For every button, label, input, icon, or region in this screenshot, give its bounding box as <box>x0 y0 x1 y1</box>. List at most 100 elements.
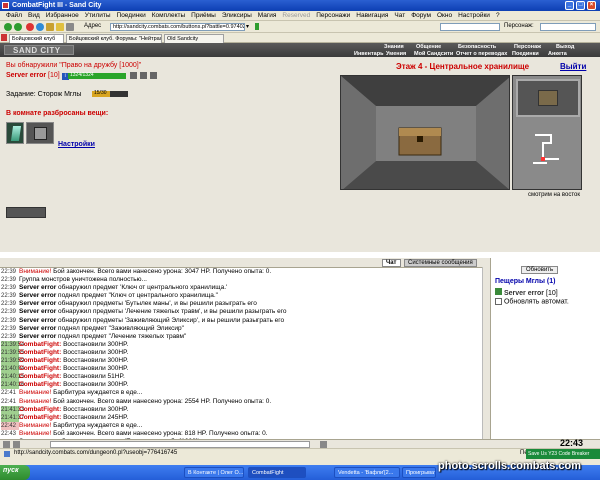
menu-view[interactable]: Вид <box>28 11 40 20</box>
player-name[interactable]: Server error <box>6 72 46 79</box>
back-icon[interactable] <box>4 23 12 31</box>
menu-forum[interactable]: Форум <box>411 11 431 20</box>
tab-fight-club[interactable]: Бойцовский клуб <box>9 34 64 43</box>
print-icon[interactable] <box>66 23 74 31</box>
character-search-input[interactable] <box>540 23 596 31</box>
chat-sender[interactable]: CombatFight: <box>19 373 61 380</box>
exit-link[interactable]: Выйти <box>560 62 586 71</box>
chat-timestamp[interactable]: 22:39 <box>1 276 19 284</box>
chat-timestamp[interactable]: 22:41 <box>1 389 19 397</box>
settings-link[interactable]: Настройки <box>58 141 95 148</box>
menu-utilities[interactable]: Утилиты <box>85 11 111 20</box>
chat-sender[interactable]: CombatFight: <box>19 341 61 348</box>
minimize-button[interactable]: _ <box>565 1 574 10</box>
menu-chat[interactable]: Чат <box>394 11 405 20</box>
forward-icon[interactable] <box>14 23 22 31</box>
chat-sender[interactable]: Server error <box>19 317 56 324</box>
taskbar-item-vendetta[interactable]: Vendetta - 'Вафли'[2... <box>334 467 400 478</box>
chat-sender[interactable]: CombatFight: <box>19 349 61 356</box>
chat-sender[interactable]: Server error <box>19 284 56 291</box>
chat-timestamp[interactable]: 21:39:55 <box>1 348 24 358</box>
nav-character[interactable]: Персонаж <box>514 44 541 50</box>
smiley-icon[interactable] <box>3 441 10 448</box>
scattered-item-cube-icon[interactable] <box>26 122 54 144</box>
nav-security[interactable]: Безопасность <box>458 44 496 50</box>
stop-icon[interactable] <box>26 23 34 31</box>
chat-timestamp[interactable]: 22:39 <box>1 268 19 276</box>
chat-sender[interactable]: Внимание! <box>19 430 51 437</box>
chat-timestamp[interactable]: 22:39 <box>1 333 19 341</box>
chat-timestamp[interactable]: 22:39 <box>1 292 19 300</box>
chat-timestamp[interactable]: 22:39 <box>1 284 19 292</box>
minimap[interactable] <box>512 75 582 190</box>
clear-icon[interactable] <box>13 441 20 448</box>
nav-exit[interactable]: Выход <box>556 44 574 50</box>
refresh-button[interactable]: Обновить <box>521 266 559 274</box>
nav-knowledge[interactable]: Знания <box>384 44 404 50</box>
start-button[interactable]: пуск <box>0 465 30 480</box>
chat-sender[interactable]: CombatFight: <box>19 414 61 421</box>
chat-timestamp[interactable]: 22:39 <box>1 325 19 333</box>
chat-sender[interactable]: Server error <box>19 325 56 332</box>
chat-timestamp[interactable]: 21:41:33 <box>1 405 24 414</box>
taskbar-item-combatfight[interactable]: CombatFight <box>248 467 306 478</box>
send-icon[interactable] <box>320 441 327 448</box>
home-icon[interactable] <box>46 23 54 31</box>
menu-settings[interactable]: Настройки <box>458 11 490 20</box>
chat-timestamp[interactable]: 22:39 <box>1 317 19 325</box>
chat-timestamp[interactable]: 22:39 <box>1 300 19 308</box>
chat-timestamp[interactable]: 21:40:16 <box>1 381 24 390</box>
menu-elixirs[interactable]: Эликсиры <box>222 11 252 20</box>
chat-sender[interactable]: CombatFight: <box>19 381 61 388</box>
chat-timestamp[interactable]: 22:41 <box>1 398 19 406</box>
chat-sender[interactable]: Внимание! <box>19 398 51 405</box>
menu-favorites[interactable]: Избранное <box>46 11 79 20</box>
menu-duels[interactable]: Поединки <box>117 11 146 20</box>
chat-sender[interactable]: CombatFight: <box>19 357 61 364</box>
maximize-button[interactable]: □ <box>576 1 585 10</box>
go-icon[interactable] <box>255 23 259 30</box>
chat-sender[interactable]: Server error <box>19 292 56 299</box>
menu-window[interactable]: Окно <box>437 11 452 20</box>
chat-sender[interactable]: Внимание! <box>19 389 51 396</box>
scattered-item-crystal-icon[interactable] <box>6 122 24 144</box>
menu-sets[interactable]: Комплекты <box>152 11 185 20</box>
taskbar-item-vkontakte[interactable]: В Контакте | Олег О... <box>184 467 244 478</box>
chat-sender[interactable]: CombatFight: <box>19 406 61 413</box>
chat-sender[interactable]: Внимание! <box>19 268 51 275</box>
chat-input[interactable] <box>50 441 310 448</box>
tab-system-messages[interactable]: Системные сообщения <box>404 259 477 267</box>
auto-refresh-checkbox[interactable] <box>495 298 502 305</box>
chat-sender[interactable]: Server error <box>19 333 56 340</box>
chat-sender[interactable]: Server error <box>19 300 56 307</box>
menu-magic[interactable]: Магия <box>258 11 277 20</box>
chat-timestamp[interactable]: 22:42 <box>1 421 19 430</box>
chat-timestamp[interactable]: 22:43 <box>1 430 19 438</box>
close-button[interactable]: × <box>587 1 596 10</box>
chat-timestamp[interactable]: 22:39 <box>1 308 19 316</box>
chat-scrollbar[interactable] <box>482 267 490 439</box>
chat-timestamp[interactable]: 21:39:59 <box>1 357 24 366</box>
nav-communication[interactable]: Общение <box>416 44 441 50</box>
menu-techniques[interactable]: Приёмы <box>191 11 216 20</box>
chat-timestamp[interactable]: 21:39:54 <box>1 340 24 349</box>
address-dropdown-icon[interactable]: ▾ <box>246 23 249 30</box>
menu-file[interactable]: Файл <box>6 11 22 20</box>
tab-old-sandcity[interactable]: Old Sandcity <box>164 34 224 43</box>
refresh-icon[interactable] <box>36 23 44 31</box>
member-name[interactable]: Server error <box>504 290 544 297</box>
tab-forum[interactable]: Бойцовский клуб. Форумы: "Нейтралы" <box>66 34 162 43</box>
menu-help[interactable]: ? <box>496 11 500 20</box>
engine-select[interactable] <box>440 23 500 31</box>
tab-chat[interactable]: Чат <box>382 259 401 267</box>
chat-sender[interactable]: Внимание! <box>19 422 51 429</box>
chat-sender[interactable]: Server error <box>19 308 56 315</box>
taskbar-item-player[interactable]: Проигрыват... <box>402 467 436 478</box>
favorites-icon[interactable] <box>56 23 64 31</box>
chat-timestamp[interactable]: 21:40:15 <box>1 373 24 382</box>
dungeon-3d-view[interactable] <box>340 75 510 190</box>
menu-navigation[interactable]: Навигация <box>356 11 388 20</box>
menu-characters[interactable]: Персонажи <box>316 11 350 20</box>
chat-timestamp[interactable]: 21:41:37 <box>1 413 24 422</box>
chat-timestamp[interactable]: 21:40:04 <box>1 365 24 374</box>
